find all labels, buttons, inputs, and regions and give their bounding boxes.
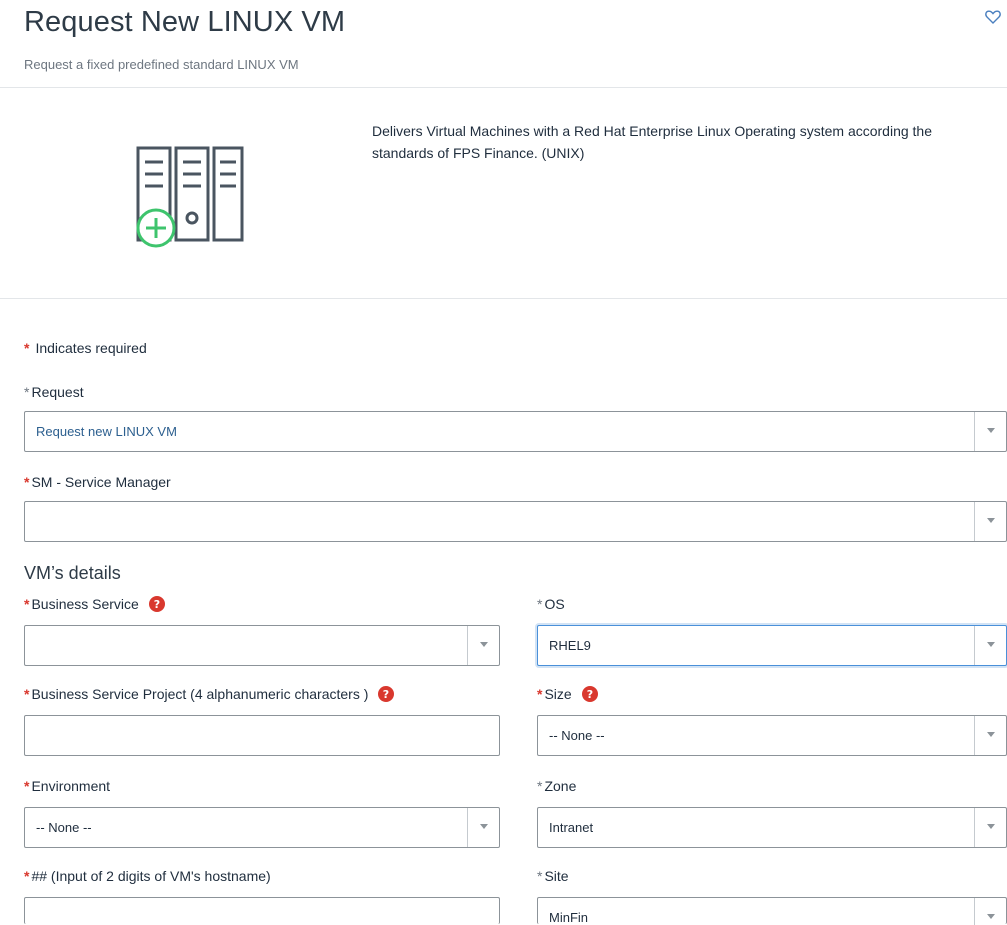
svg-text:?: ? — [586, 688, 592, 701]
business-service-project-input[interactable] — [24, 715, 500, 756]
catalog-item-info: Delivers Virtual Machines with a Red Hat… — [0, 88, 1007, 299]
service-manager-select[interactable] — [24, 501, 1007, 542]
help-icon[interactable]: ? — [581, 686, 598, 702]
help-icon[interactable]: ? — [378, 686, 395, 702]
site-select[interactable]: MinFin — [537, 897, 1007, 925]
environment-select[interactable]: -- None -- — [24, 807, 500, 848]
required-marker: * — [24, 340, 30, 356]
service-manager-label: * SM - Service Manager — [24, 474, 171, 490]
svg-text:?: ? — [154, 598, 160, 611]
server-add-icon — [136, 146, 244, 248]
page-header: Request New LINUX VM Request a fixed pre… — [0, 0, 1007, 88]
chevron-down-icon[interactable] — [974, 716, 1006, 755]
zone-select[interactable]: Intranet — [537, 807, 1007, 848]
hostname-digits-label: * ## (Input of 2 digits of VM's hostname) — [24, 868, 271, 884]
svg-text:?: ? — [383, 688, 389, 701]
request-label: * Request — [24, 384, 84, 400]
size-select[interactable]: -- None -- — [537, 715, 1007, 756]
site-label: * Site — [537, 868, 569, 884]
heart-icon[interactable] — [984, 8, 1002, 26]
chevron-down-icon[interactable] — [467, 808, 499, 847]
page-subtitle: Request a fixed predefined standard LINU… — [24, 57, 299, 72]
page-title: Request New LINUX VM — [24, 6, 346, 38]
environment-label: * Environment — [24, 778, 111, 794]
required-note: * Indicates required — [24, 340, 147, 356]
os-label: * OS — [537, 596, 565, 612]
size-label: * Size ? — [537, 686, 598, 702]
zone-label: * Zone — [537, 778, 577, 794]
chevron-down-icon[interactable] — [974, 626, 1006, 665]
business-service-label: * Business Service ? — [24, 596, 165, 612]
business-service-select[interactable] — [24, 625, 500, 666]
chevron-down-icon[interactable] — [974, 808, 1006, 847]
chevron-down-icon[interactable] — [467, 626, 499, 665]
item-description: Delivers Virtual Machines with a Red Hat… — [372, 123, 932, 161]
chevron-down-icon[interactable] — [974, 502, 1006, 541]
os-select[interactable]: RHEL9 — [537, 625, 1007, 666]
chevron-down-icon[interactable] — [974, 898, 1006, 925]
chevron-down-icon[interactable] — [974, 412, 1006, 451]
request-select[interactable]: Request new LINUX VM — [24, 411, 1007, 452]
business-service-project-label: * Business Service Project (4 alphanumeri… — [24, 686, 395, 702]
hostname-digits-input[interactable] — [24, 897, 500, 924]
help-icon[interactable]: ? — [148, 596, 165, 612]
vm-details-heading: VM’s details — [24, 563, 121, 583]
